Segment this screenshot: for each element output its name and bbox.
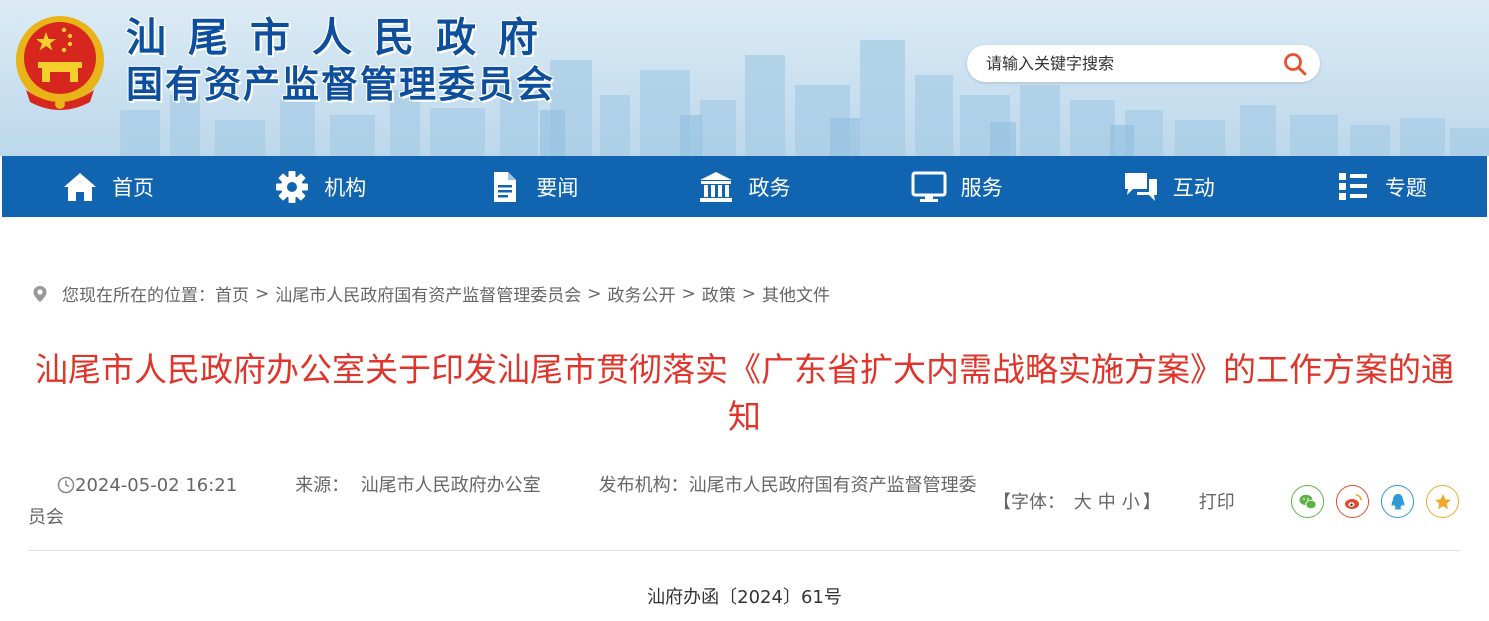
source-label: 来源： [295,475,350,496]
home-icon [64,172,97,201]
qq-share-icon [1391,493,1404,509]
breadcrumb: 您现在所在的位置： 首页 > 汕尾市人民政府国有资产监督管理委员会 > 政务公开… [32,281,830,306]
nav-item-label: 要闻 [536,175,579,200]
site-title: 汕尾市人民政府 国有资产监督管理委员会 [126,16,560,108]
source-value: 汕尾市人民政府办公室 [360,475,541,496]
publisher-label: 发布机构： [598,475,689,496]
search-input[interactable] [986,54,1271,73]
nav-item-interaction[interactable]: 互动 [1063,156,1275,217]
font-size-large-button[interactable]: 大 [1074,488,1092,514]
search-icon[interactable] [1282,51,1308,77]
article-tools: 【字体： 大 中 小 】 打印 [993,488,1235,514]
weibo-share-button[interactable] [1336,485,1369,518]
nav-item-label: 首页 [112,175,155,200]
site-title-line2: 国有资产监督管理委员会 [126,63,555,106]
list-icon [1338,172,1367,200]
breadcrumb-separator: > [681,283,696,304]
location-pin-icon [33,285,47,302]
breadcrumb-other-files[interactable]: 其他文件 [762,281,830,306]
nav-item-label: 政务 [748,175,791,200]
favorite-star-icon [1434,493,1451,509]
article-title: 汕尾市人民政府办公室关于印发汕尾市贯彻落实《广东省扩大内需战略实施方案》的工作方… [35,350,1454,436]
font-size-label: 【字体： [993,492,1065,513]
publish-date: 2024-05-02 16:21 [75,475,238,496]
nav-item-home[interactable]: 首页 [2,156,214,217]
article-meta: 2024-05-02 16:21 来源： 汕尾市人民政府办公室 发布机构：汕尾市人民… [28,470,978,534]
gear-icon [276,170,309,203]
nav-item-government-affairs[interactable]: 政务 [638,156,850,217]
chat-bubbles-icon [1124,172,1157,201]
breadcrumb-prefix: 您现在所在的位置： [62,286,215,306]
breadcrumb-home[interactable]: 首页 [215,281,249,306]
breadcrumb-site[interactable]: 汕尾市人民政府国有资产监督管理委员会 [275,281,581,306]
font-size-small-button[interactable]: 小 [1122,488,1140,514]
document-icon [494,171,517,202]
nav-item-organization[interactable]: 机构 [214,156,426,217]
nav-item-label: 互动 [1172,175,1215,200]
favorite-button[interactable] [1426,485,1459,518]
clock-icon [57,476,75,494]
nav-item-label: 专题 [1384,175,1427,200]
breadcrumb-separator: > [587,283,602,304]
breadcrumb-open-affairs[interactable]: 政务公开 [608,281,676,306]
site-header: 汕尾市人民政府 国有资产监督管理委员会 [0,0,1489,156]
weibo-share-icon [1344,493,1362,509]
qq-share-button[interactable] [1381,485,1414,518]
search-box [967,45,1320,82]
main-nav: 首页 机构 要闻 政务 服务 互动 专题 [2,156,1487,217]
government-building-icon [700,171,733,202]
content-divider [28,550,1461,551]
monitor-icon [911,171,947,202]
breadcrumb-policy[interactable]: 政策 [702,281,736,306]
print-button[interactable]: 打印 [1199,488,1235,514]
document-number: 汕府办函〔2024〕61号 [647,587,842,608]
nav-item-news[interactable]: 要闻 [426,156,638,217]
breadcrumb-separator: > [255,283,270,304]
wechat-share-button[interactable] [1291,485,1324,518]
site-title-line1: 汕尾市人民政府 [126,15,560,61]
nav-item-label: 机构 [324,175,367,200]
font-size-medium-button[interactable]: 中 [1098,488,1116,514]
nav-item-label: 服务 [960,175,1003,200]
nav-item-topics[interactable]: 专题 [1275,156,1487,217]
nav-item-services[interactable]: 服务 [851,156,1063,217]
font-size-close: 】 [1142,492,1161,513]
share-buttons [1291,485,1459,518]
wechat-share-icon [1299,494,1317,509]
national-emblem-logo [16,16,104,110]
breadcrumb-separator: > [741,283,756,304]
